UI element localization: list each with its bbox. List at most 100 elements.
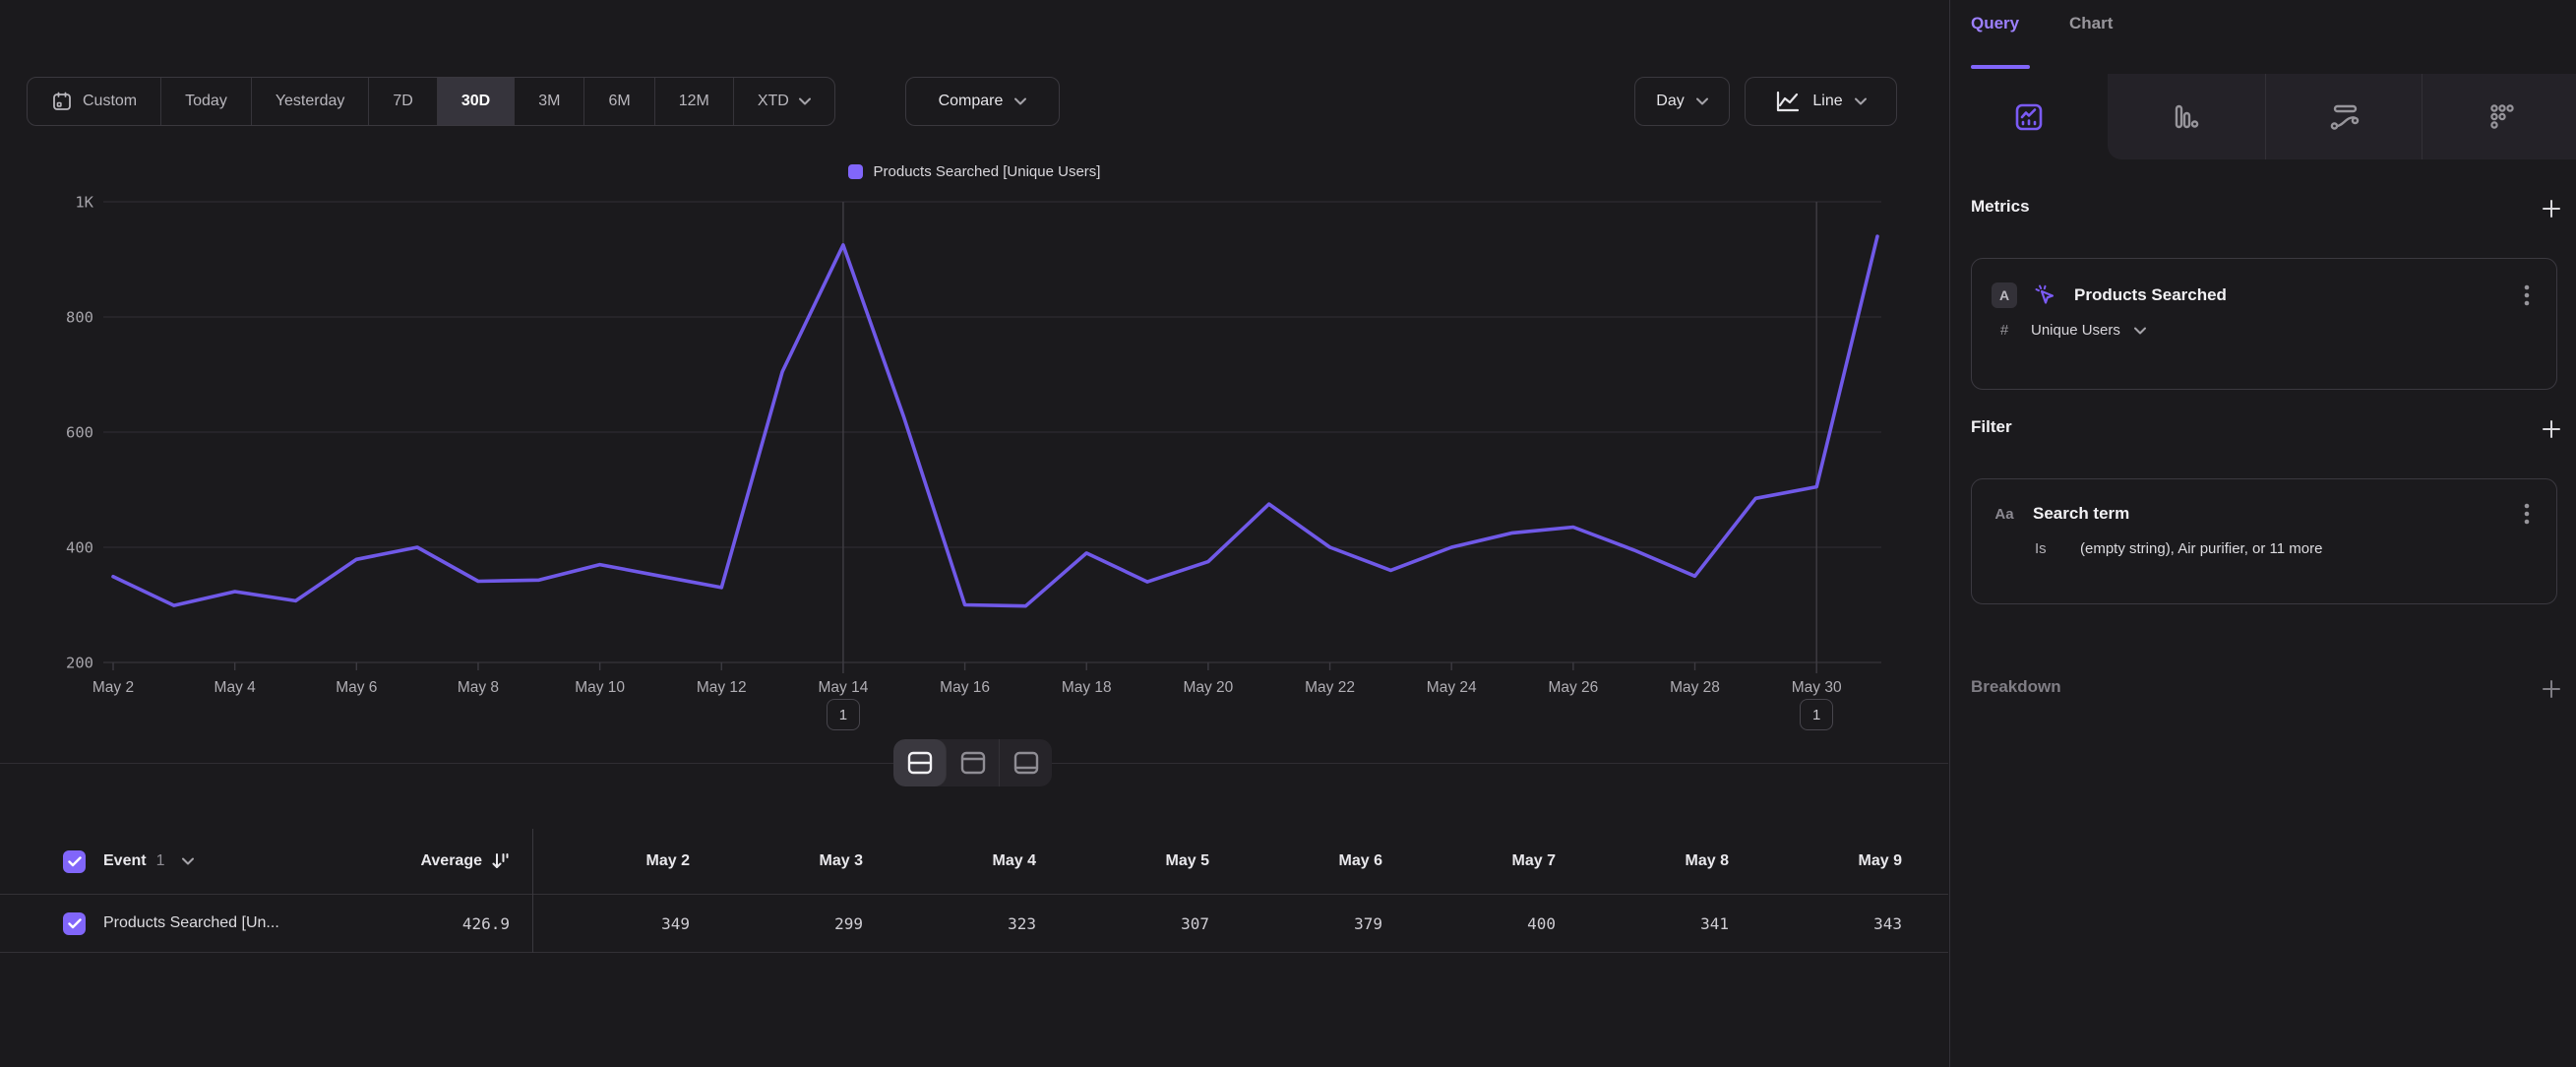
filter-card[interactable]: Aa Search term Is (empty string), Air pu… [1971,478,2557,604]
date-range-today[interactable]: Today [161,78,252,125]
x-axis-tick-label: May 18 [1062,679,1112,696]
filter-values[interactable]: (empty string), Air purifier, or 11 more [2080,540,2322,557]
chevron-down-icon [1014,97,1026,105]
date-range-label: 6M [608,93,630,110]
day-column-header: May 7 [1398,852,1571,870]
filter-property-title: Search term [2033,504,2501,524]
line-chart-canvas[interactable]: 2004006008001KMay 2May 4May 6May 8May 10… [0,138,1948,768]
chevron-down-icon [1855,97,1867,105]
date-range-yesterday[interactable]: Yesterday [252,78,370,125]
aggregation-dropdown[interactable]: Unique Users [2031,322,2120,339]
x-axis-tick-label: May 14 [819,679,869,696]
select-all-checkbox[interactable] [63,850,86,873]
date-range-3m[interactable]: 3M [515,78,584,125]
chart-only-view-button[interactable] [947,739,1000,786]
x-axis-tick-label: May 28 [1670,679,1720,696]
insights-report-page: Custom Today Yesterday 7D 30D 3M 6M 12M XTD Comp… [0,0,2576,1067]
metric-title: Products Searched [2074,285,2501,305]
table-row: Products Searched [Un... 426.9 349299323… [0,894,1948,953]
breakdown-heading: Breakdown [1971,677,2061,697]
date-range-custom[interactable]: Custom [28,78,161,125]
metric-letter-badge: A [1992,282,2017,308]
x-axis-tick-label: May 20 [1183,679,1233,696]
granularity-label: Day [1656,93,1684,110]
kebab-menu-icon[interactable] [2517,501,2537,527]
report-tab-funnels[interactable] [2108,74,2264,159]
x-axis-tick-label: May 16 [940,679,990,696]
x-axis-tick-label: May 6 [336,679,377,696]
add-metric-button[interactable] [2541,198,2562,220]
day-column-header: May 9 [1745,852,1918,870]
string-type-icon: Aa [1992,506,2017,523]
day-value-cell: 299 [705,914,879,933]
row-checkbox[interactable] [63,912,86,935]
filter-heading: Filter [1971,417,2012,437]
annotation-badge[interactable]: 1 [1800,699,1833,730]
tab-chart[interactable]: Chart [2069,14,2113,33]
x-axis-tick-label: May 22 [1305,679,1355,696]
day-value-cell: 343 [1745,914,1918,933]
compare-button[interactable]: Compare [905,77,1060,126]
tab-query[interactable]: Query [1971,14,2019,33]
series-line [113,236,1877,606]
x-axis-tick-label: May 30 [1792,679,1842,696]
day-column-header: May 4 [879,852,1052,870]
date-range-6m[interactable]: 6M [584,78,654,125]
split-view-button[interactable] [893,739,947,786]
chevron-down-icon [1696,97,1708,105]
day-column-header: May 6 [1225,852,1398,870]
filter-operator[interactable]: Is [2033,540,2060,557]
row-series-label: Products Searched [Un... [103,914,279,932]
y-axis-tick-label: 1K [75,194,93,212]
report-tab-insights[interactable] [1950,74,2107,159]
chart-type-dropdown[interactable]: Line [1745,77,1897,126]
report-tab-retention[interactable] [2423,74,2576,159]
day-column-header: May 5 [1052,852,1225,870]
chart-type-label: Line [1812,93,1842,110]
date-range-label: Today [185,93,227,110]
date-range-label: XTD [758,93,789,110]
annotation-badge[interactable]: 1 [827,699,860,730]
table-column-divider [532,829,533,953]
add-breakdown-button[interactable] [2541,678,2562,700]
date-range-label: Custom [83,93,137,110]
row-average-value: 426.9 [462,914,510,933]
chevron-down-icon[interactable] [2134,327,2146,335]
y-axis-tick-label: 400 [66,539,93,557]
x-axis-tick-label: May 2 [92,679,134,696]
line-chart-svg: 2004006008001KMay 2May 4May 6May 8May 10… [0,138,1948,768]
y-axis-tick-label: 600 [66,424,93,442]
date-range-xtd[interactable]: XTD [734,78,834,125]
average-column-header[interactable]: Average [420,852,482,870]
day-column-header: May 3 [705,852,879,870]
x-axis-tick-label: May 12 [697,679,747,696]
sort-descending-icon[interactable] [490,851,510,871]
date-range-30d[interactable]: 30D [438,78,515,125]
chevron-down-icon[interactable] [182,857,194,865]
query-builder-sidebar: Query Chart [1949,0,2576,1067]
granularity-dropdown[interactable]: Day [1634,77,1730,126]
date-range-label: 30D [461,93,490,110]
date-range-12m[interactable]: 12M [655,78,734,125]
x-axis-tick-label: May 10 [575,679,625,696]
metrics-heading: Metrics [1971,197,2030,217]
funnels-icon [2171,101,2202,133]
report-tab-flows[interactable] [2266,74,2423,159]
event-column-header[interactable]: Event [103,852,147,870]
date-range-label: 12M [679,93,709,110]
chevron-down-icon [799,97,811,105]
day-value-cell: 349 [532,914,705,933]
date-range-label: Yesterday [276,93,345,110]
day-column-header: May 8 [1571,852,1745,870]
event-count: 1 [156,852,165,870]
table-only-view-button[interactable] [1000,739,1052,786]
breakdown-table: Event 1 Average May 2May 3May 4May 5May … [0,829,1948,953]
add-filter-button[interactable] [2541,418,2562,440]
kebab-menu-icon[interactable] [2517,282,2537,308]
aggregation-prefix: # [1992,322,2017,339]
x-axis-tick-label: May 24 [1427,679,1477,696]
line-chart-icon [1775,90,1801,113]
metric-card[interactable]: A Products Searched # Unique Users [1971,258,2557,390]
date-range-7d[interactable]: 7D [369,78,437,125]
active-tab-underline [1971,65,2030,69]
